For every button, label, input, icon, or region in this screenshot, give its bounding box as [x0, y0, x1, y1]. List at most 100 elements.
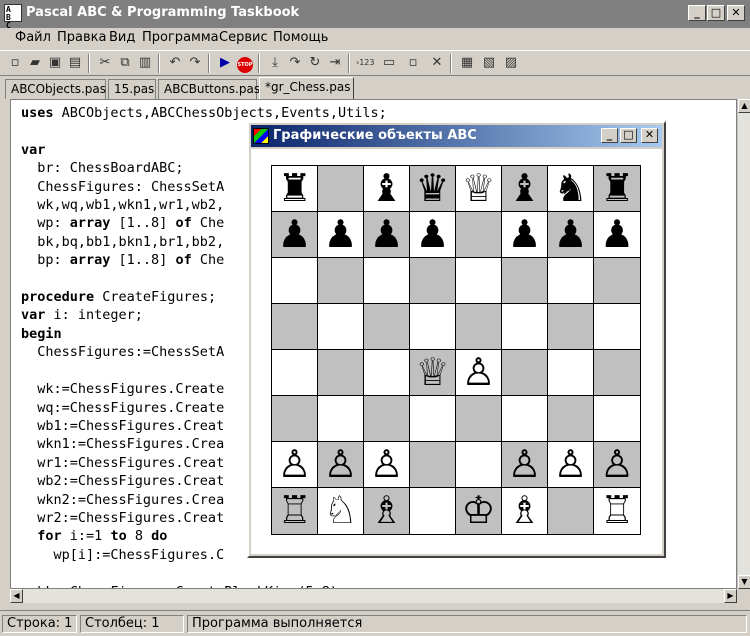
- chess-square[interactable]: ♙: [548, 442, 594, 488]
- chess-square[interactable]: ♜: [594, 166, 640, 212]
- graphics-maximize-button[interactable]: □: [620, 128, 637, 143]
- cut-icon[interactable]: ✂: [96, 54, 114, 72]
- chess-square[interactable]: [594, 396, 640, 442]
- chess-piece[interactable]: ♟: [277, 212, 311, 256]
- chess-piece[interactable]: ♗: [507, 488, 541, 532]
- tab-abcbuttons[interactable]: ABCButtons.pas: [158, 79, 260, 99]
- chess-square[interactable]: [548, 304, 594, 350]
- chess-square[interactable]: ♟: [318, 212, 364, 258]
- minimize-button[interactable]: _: [688, 5, 706, 21]
- scroll-left-button[interactable]: ◀: [10, 589, 23, 603]
- chess-square[interactable]: [502, 396, 548, 442]
- counter-icon[interactable]: ›123: [356, 54, 374, 72]
- chess-square[interactable]: ♝: [502, 166, 548, 212]
- chess-square[interactable]: [318, 258, 364, 304]
- chess-board[interactable]: ♜ ♝ ♛ ♕ ♝ ♞ ♜ ♟ ♟ ♟ ♟ ♟ ♟ ♟ ♕ ♙ ♙ ♙ ♙ ♙ ♙ ♙ ♖ ♘ ♗ ♔ ♗ ♖: [271, 165, 641, 535]
- chess-square[interactable]: [364, 396, 410, 442]
- chess-piece[interactable]: ♕: [461, 166, 495, 210]
- close-icon[interactable]: ✕: [428, 54, 446, 72]
- graphics-canvas[interactable]: ♜ ♝ ♛ ♕ ♝ ♞ ♜ ♟ ♟ ♟ ♟ ♟ ♟ ♟ ♕ ♙ ♙ ♙ ♙ ♙ ♙ ♙ ♖ ♘ ♗ ♔ ♗ ♖: [251, 149, 662, 554]
- menu-edit[interactable]: Правка: [57, 30, 106, 45]
- chess-square[interactable]: [272, 350, 318, 396]
- chess-square[interactable]: ♙: [272, 442, 318, 488]
- chess-piece[interactable]: ♔: [461, 488, 495, 532]
- chess-piece[interactable]: ♟: [553, 212, 587, 256]
- chess-square[interactable]: [318, 350, 364, 396]
- chess-square[interactable]: [594, 350, 640, 396]
- chess-square[interactable]: ♝: [364, 166, 410, 212]
- horizontal-scrollbar[interactable]: ◀ ▶: [10, 589, 737, 603]
- chess-square[interactable]: [364, 304, 410, 350]
- run-to-cursor-icon[interactable]: ⇥: [326, 54, 344, 72]
- chess-piece[interactable]: ♛: [415, 166, 449, 210]
- paste-icon[interactable]: ▥: [136, 54, 154, 72]
- chess-square[interactable]: ♕: [456, 166, 502, 212]
- chess-square[interactable]: [272, 396, 318, 442]
- chess-square[interactable]: [272, 304, 318, 350]
- chess-piece[interactable]: ♟: [507, 212, 541, 256]
- chess-square[interactable]: ♞: [548, 166, 594, 212]
- chess-square[interactable]: [364, 258, 410, 304]
- chess-square[interactable]: [502, 258, 548, 304]
- tab-15[interactable]: 15.pas: [108, 79, 156, 99]
- step-into-icon[interactable]: ⤓: [266, 54, 284, 72]
- chess-square[interactable]: [272, 258, 318, 304]
- graphics-window-title-bar[interactable]: Графические объекты ABC _ □ ✕: [251, 125, 662, 147]
- vertical-scrollbar[interactable]: ▲ ▼: [737, 99, 750, 589]
- chess-piece[interactable]: ♙: [323, 442, 357, 486]
- chess-square[interactable]: ♖: [594, 488, 640, 534]
- menu-view[interactable]: Вид: [109, 30, 135, 45]
- chess-piece[interactable]: ♝: [369, 166, 403, 210]
- chess-piece[interactable]: ♘: [323, 488, 357, 532]
- save-icon[interactable]: ▣: [46, 54, 64, 72]
- chess-square[interactable]: [548, 258, 594, 304]
- chess-square[interactable]: ♔: [456, 488, 502, 534]
- chess-square[interactable]: ♗: [364, 488, 410, 534]
- tab-gr-chess[interactable]: *gr_Chess.pas: [259, 77, 354, 99]
- chess-square[interactable]: [548, 488, 594, 534]
- chess-square[interactable]: ♙: [456, 350, 502, 396]
- chess-piece[interactable]: ♝: [507, 166, 541, 210]
- chess-piece[interactable]: ♕: [415, 350, 449, 394]
- chess-square[interactable]: ♛: [410, 166, 456, 212]
- chess-square[interactable]: [318, 166, 364, 212]
- chess-square[interactable]: [594, 258, 640, 304]
- chess-square[interactable]: ♟: [594, 212, 640, 258]
- step-over-icon[interactable]: ↷: [286, 54, 304, 72]
- chess-square[interactable]: [502, 304, 548, 350]
- chess-piece[interactable]: ♙: [369, 442, 403, 486]
- chess-square[interactable]: [502, 350, 548, 396]
- menu-program[interactable]: Программа: [142, 30, 219, 45]
- chess-square[interactable]: ♗: [502, 488, 548, 534]
- chess-piece[interactable]: ♞: [553, 166, 587, 210]
- chess-square[interactable]: [456, 212, 502, 258]
- chess-piece[interactable]: ♖: [277, 488, 311, 532]
- redo-icon[interactable]: ↷: [186, 54, 204, 72]
- main-title-bar[interactable]: A BC Pascal ABC & Programming Taskbook _…: [0, 0, 750, 30]
- graphics-minimize-button[interactable]: _: [601, 128, 618, 143]
- chess-piece[interactable]: ♙: [553, 442, 587, 486]
- chess-square[interactable]: [410, 258, 456, 304]
- chess-piece[interactable]: ♙: [600, 442, 634, 486]
- window-icon[interactable]: ▭: [380, 54, 398, 72]
- save-all-icon[interactable]: ▤: [66, 54, 84, 72]
- step-out-icon[interactable]: ↻: [306, 54, 324, 72]
- chess-square[interactable]: [456, 442, 502, 488]
- chess-square[interactable]: ♟: [364, 212, 410, 258]
- undo-icon[interactable]: ↶: [166, 54, 184, 72]
- chess-square[interactable]: ♙: [318, 442, 364, 488]
- chess-square[interactable]: [410, 442, 456, 488]
- tab-abcobjects[interactable]: ABCObjects.pas: [5, 79, 106, 99]
- chess-square[interactable]: [456, 258, 502, 304]
- open-icon[interactable]: ▰: [26, 54, 44, 72]
- chess-piece[interactable]: ♜: [277, 166, 311, 210]
- chess-square[interactable]: ♟: [548, 212, 594, 258]
- chess-square[interactable]: [410, 488, 456, 534]
- maximize-button[interactable]: □: [707, 5, 725, 21]
- chess-piece[interactable]: ♙: [461, 350, 495, 394]
- chess-square[interactable]: ♟: [502, 212, 548, 258]
- chess-square[interactable]: [456, 304, 502, 350]
- chess-square[interactable]: ♙: [594, 442, 640, 488]
- chess-square[interactable]: ♟: [272, 212, 318, 258]
- graphics-close-button[interactable]: ✕: [641, 128, 658, 143]
